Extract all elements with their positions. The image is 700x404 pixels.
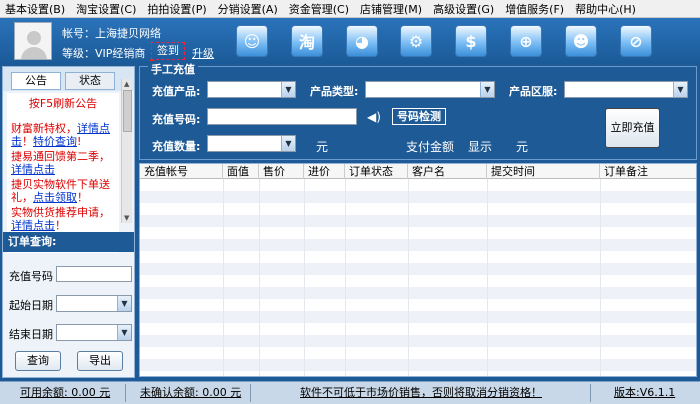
scroll-up-icon[interactable]: ▲ — [124, 80, 129, 88]
column-header[interactable]: 提交时间 — [487, 164, 600, 179]
column-header[interactable]: 订单状态 — [345, 164, 408, 179]
chevron-down-icon: ▼ — [117, 296, 131, 311]
end-date-select[interactable]: ▼ — [56, 324, 132, 341]
menu-store[interactable]: 店铺管理(M) — [355, 1, 428, 17]
notice-item: 实物供货推荐申请，详情点击！ — [11, 206, 110, 232]
menu-help[interactable]: 帮助中心(H) — [570, 1, 642, 17]
scroll-down-icon[interactable]: ▼ — [124, 214, 129, 222]
toolbar-button-funds[interactable]: $ — [455, 25, 487, 57]
available-balance: 可用余额: 0.00 元 — [20, 386, 111, 399]
taobao-icon: 淘 — [298, 33, 315, 52]
scrollbar-thumb[interactable] — [123, 90, 132, 132]
start-date-label: 起始日期 — [9, 299, 53, 312]
pay-amount-label: 支付金额 — [406, 140, 455, 154]
menu-basic-settings[interactable]: 基本设置(B) — [0, 1, 71, 17]
column-header[interactable]: 客户名 — [408, 164, 487, 179]
chevron-down-icon: ▼ — [281, 136, 295, 151]
notice-link[interactable]: 详情点击 — [11, 163, 55, 176]
chevron-down-icon: ▼ — [480, 82, 494, 97]
menu-funds[interactable]: 资金管理(C) — [284, 1, 355, 17]
toolbar-button-user-agent[interactable]: ☺ — [236, 25, 268, 57]
notice-list: 按F5刷新公告 财富新特权，详情点击！特价查询! 捷易通回馈第二季，详情点击 捷… — [7, 93, 119, 253]
pay-amount-unit: 元 — [516, 140, 529, 154]
product-region-label: 产品区服: — [509, 85, 558, 98]
product-region-select[interactable]: ▼ — [564, 81, 688, 98]
price-warning: 软件不可低于市场价销售，否则将取消分销资格！ — [300, 386, 542, 399]
menu-bar: 基本设置(B) 淘宝设置(C) 拍拍设置(P) 分销设置(A) 资金管理(C) … — [0, 0, 700, 18]
account-name: 帐号：上海捷贝网络 — [62, 27, 161, 40]
users-icon: ☻ — [572, 31, 590, 51]
settings-icon: ⚙ — [408, 31, 424, 51]
refresh-hint: 按F5刷新公告 — [28, 97, 98, 110]
signin-label: 签到 — [157, 44, 179, 57]
toolbar-button-disable[interactable]: ⊘ — [620, 25, 652, 57]
product-type-label: 产品类型: — [310, 85, 359, 98]
notice-link[interactable]: 特价查询 — [33, 135, 77, 148]
notice-item: 捷易通回馈第二季，详情点击 — [11, 150, 110, 176]
account-level: 等级：VIP经销商 — [62, 47, 146, 60]
notice-link[interactable]: 点击领取 — [33, 191, 77, 204]
recharge-phone-input[interactable] — [207, 108, 357, 125]
phone-label: 充值号码 — [9, 270, 53, 283]
query-phone-input[interactable] — [56, 266, 132, 282]
tab-status[interactable]: 状态 — [65, 72, 115, 90]
notice-link[interactable]: 详情点击 — [11, 219, 55, 232]
column-header[interactable]: 进价 — [304, 164, 345, 179]
speaker-icon[interactable]: ◀) — [367, 110, 381, 124]
manual-recharge-legend: 手工充值 — [148, 61, 198, 77]
column-header[interactable]: 订单备注 — [600, 164, 696, 179]
quantity-select[interactable]: ▼ — [207, 135, 296, 152]
product-select[interactable]: ▼ — [207, 81, 296, 98]
order-table: 充值帐号 面值 售价 进价 订单状态 客户名 提交时间 订单备注 — [139, 163, 697, 377]
left-panel: 公告 状态 按F5刷新公告 财富新特权，详情点击！特价查询! 捷易通回馈第二季，… — [2, 66, 135, 378]
menu-value-added[interactable]: 增值服务(F) — [500, 1, 570, 17]
column-header[interactable]: 面值 — [223, 164, 259, 179]
upgrade-link[interactable]: 升级 — [192, 45, 214, 61]
toolbar-button-users[interactable]: ☻ — [565, 25, 597, 57]
toolbar-button-chat[interactable]: ◕ — [346, 25, 378, 57]
end-date-label: 结束日期 — [9, 328, 53, 341]
start-date-select[interactable]: ▼ — [56, 295, 132, 312]
toolbar-button-search[interactable]: ⊕ — [510, 25, 542, 57]
toolbar-button-settings[interactable]: ⚙ — [400, 25, 432, 57]
quantity-label: 充值数量: — [152, 140, 201, 153]
pay-amount-value: 显示 — [468, 140, 493, 154]
notice-tabbar: 公告 状态 — [3, 67, 134, 91]
chevron-down-icon: ▼ — [281, 82, 295, 97]
order-query-title: 订单查询: — [3, 232, 134, 252]
export-button[interactable]: 导出 — [77, 351, 123, 371]
disable-icon: ⊘ — [629, 31, 643, 51]
status-bar: 可用余额: 0.00 元 未确认余额: 0.00 元 软件不可低于市场价销售，否… — [0, 381, 700, 404]
signin-button[interactable]: 签到 — [149, 42, 185, 65]
chat-icon: ◕ — [355, 31, 369, 51]
quantity-unit: 元 — [316, 140, 329, 154]
menu-paipai-settings[interactable]: 拍拍设置(P) — [142, 1, 212, 17]
unconfirmed-balance: 未确认余额: 0.00 元 — [140, 386, 242, 399]
column-header[interactable]: 售价 — [259, 164, 304, 179]
recharge-phone-label: 充值号码: — [152, 113, 201, 126]
menu-distribution-settings[interactable]: 分销设置(A) — [213, 1, 284, 17]
table-header: 充值帐号 面值 售价 进价 订单状态 客户名 提交时间 订单备注 — [140, 164, 696, 179]
notice-scrollbar[interactable]: ▲ ▼ — [121, 79, 132, 223]
notice-item: 捷贝实物软件下单送礼，点击领取！ — [11, 178, 110, 204]
check-number-button[interactable]: 号码检测 — [392, 108, 446, 125]
user-agent-icon: ☺ — [243, 31, 261, 51]
menu-taobao-settings[interactable]: 淘宝设置(C) — [71, 1, 142, 17]
menu-advanced[interactable]: 高级设置(G) — [428, 1, 500, 17]
yuan-icon: $ — [465, 31, 477, 51]
product-label: 充值产品: — [152, 85, 201, 98]
header: 帐号：上海捷贝网络 等级：VIP经销商 签到 升级 ☺ 淘 ◕ ⚙ $ ⊕ ☻ … — [0, 18, 700, 65]
column-header[interactable]: 充值帐号 — [140, 164, 223, 179]
query-button[interactable]: 查询 — [15, 351, 61, 371]
avatar — [14, 22, 52, 60]
product-type-select[interactable]: ▼ — [365, 81, 495, 98]
recharge-now-button[interactable]: 立即充值 — [605, 108, 660, 148]
tab-notice[interactable]: 公告 — [11, 72, 61, 90]
chevron-down-icon: ▼ — [117, 325, 131, 340]
version-label: 版本:V6.1.1 — [614, 386, 676, 399]
toolbar-button-taobao[interactable]: 淘 — [291, 25, 323, 57]
search-icon: ⊕ — [519, 31, 533, 51]
chevron-down-icon: ▼ — [673, 82, 687, 97]
notice-item: 财富新特权，详情点击！特价查询! — [11, 122, 110, 148]
